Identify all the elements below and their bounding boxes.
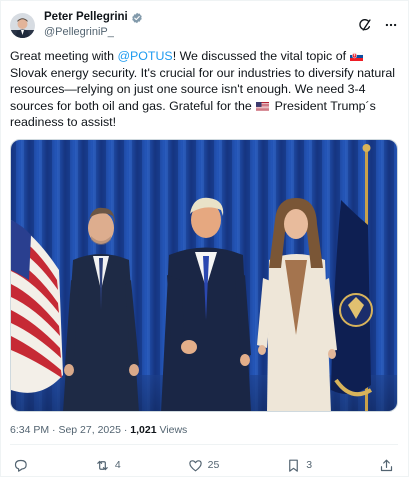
like-button[interactable]: 25	[188, 458, 220, 473]
tweet-meta: 6:34 PM · Sep 27, 2025 · 1,021 Views	[10, 424, 187, 436]
meta-separator: ·	[120, 424, 131, 436]
views-count: 1,021	[130, 424, 157, 436]
slovakia-flag-icon	[350, 49, 364, 61]
tweet-photo[interactable]	[10, 139, 398, 412]
bookmark-count: 3	[306, 459, 313, 471]
reply-icon	[13, 458, 28, 473]
tweet-header: Peter Pellegrini @PellegriniP_	[10, 9, 398, 41]
more-icon[interactable]	[384, 18, 398, 32]
repost-button[interactable]: 4	[95, 458, 121, 473]
tweet-date[interactable]: Sep 27, 2025	[58, 424, 120, 436]
divider	[10, 444, 398, 445]
author-name[interactable]: Peter Pellegrini	[44, 10, 128, 25]
repost-count: 4	[114, 459, 121, 471]
tweet-card: Peter Pellegrini @PellegriniP_ Great mee…	[0, 0, 409, 477]
grok-icon[interactable]	[358, 18, 372, 32]
heart-icon	[188, 458, 203, 473]
action-bar: 4 25 3	[13, 456, 394, 474]
tweet-text: Great meeting with @POTUS! We discussed …	[10, 48, 402, 131]
like-count: 25	[207, 459, 220, 471]
repost-icon	[95, 458, 110, 473]
author-handle[interactable]: @PellegriniP_	[44, 25, 143, 40]
verified-badge-icon	[131, 12, 143, 24]
views-label: Views	[156, 424, 188, 436]
bookmark-button[interactable]: 3	[286, 458, 312, 473]
mention-link[interactable]: @POTUS	[117, 49, 172, 63]
share-icon	[379, 458, 394, 473]
avatar[interactable]	[10, 12, 35, 38]
reply-button[interactable]	[13, 458, 28, 473]
share-button[interactable]	[379, 458, 394, 473]
bookmark-icon	[286, 458, 301, 473]
tweet-text-part1: Great meeting with	[10, 49, 118, 63]
tweet-time[interactable]: 6:34 PM	[10, 424, 49, 436]
usa-flag-icon	[256, 99, 270, 111]
tweet-text-part2: ! We discussed the vital topic of	[172, 49, 350, 63]
